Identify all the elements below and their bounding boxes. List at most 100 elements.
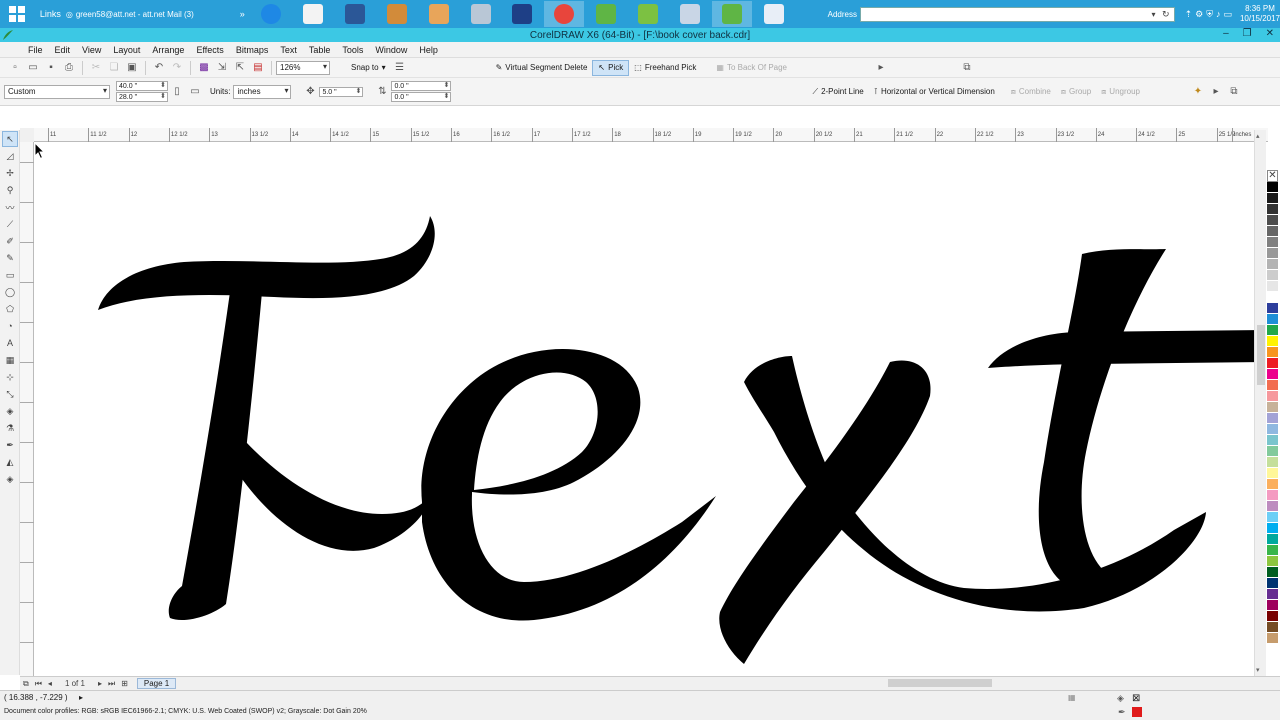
taskbar-printer-app[interactable]: [461, 1, 501, 27]
horizontal-scrollbar[interactable]: [654, 678, 1254, 688]
options-gear-icon[interactable]: ✦: [1190, 84, 1206, 100]
open-icon[interactable]: ▭: [25, 60, 41, 76]
letter-t-lowercase-stem[interactable]: [1038, 249, 1166, 588]
ungroup-button[interactable]: ⧈ Ungroup: [1096, 84, 1145, 100]
export-icon[interactable]: ⇱: [232, 60, 248, 76]
color-swatch[interactable]: [1267, 611, 1278, 622]
color-swatch[interactable]: [1267, 501, 1278, 512]
menu-tools[interactable]: Tools: [336, 45, 369, 55]
page-width-input[interactable]: 40.0 ": [116, 81, 168, 91]
color-swatch[interactable]: [1267, 226, 1278, 237]
address-input[interactable]: ▾ ↻: [859, 6, 1175, 22]
outline-tool-icon[interactable]: ✒: [2, 437, 18, 453]
color-profiles-text[interactable]: Document color profiles: RGB: sRGB IEC61…: [4, 708, 367, 715]
color-swatch[interactable]: [1267, 413, 1278, 424]
tray-arrow-icon[interactable]: ⇡: [1185, 9, 1193, 20]
menu-effects[interactable]: Effects: [190, 45, 229, 55]
virtual-segment-delete-button[interactable]: ✎ Virtual Segment Delete: [491, 60, 593, 76]
vertical-scrollbar[interactable]: ▴ ▾: [1254, 130, 1266, 676]
print-icon[interactable]: ⎙: [61, 60, 77, 76]
new-document-icon[interactable]: ▫: [7, 60, 23, 76]
dock-icon[interactable]: ⧉: [1226, 84, 1242, 100]
menu-window[interactable]: Window: [369, 45, 413, 55]
links-toolbar-label[interactable]: Links: [40, 9, 62, 19]
toolbar-expand-icon[interactable]: ▸: [873, 60, 889, 76]
page-size-preset-select[interactable]: Custom: [4, 84, 110, 99]
letter-t-swash[interactable]: [240, 442, 432, 551]
taskbar-chrome[interactable]: [544, 1, 585, 27]
minimize-button[interactable]: –: [1223, 28, 1229, 39]
restore-button[interactable]: ❐: [1243, 28, 1252, 39]
add-page-icon[interactable]: ⊞: [121, 679, 128, 688]
fill-indicator-icon[interactable]: ◈: [1117, 693, 1124, 704]
menu-arrange[interactable]: Arrange: [146, 45, 190, 55]
taskbar-calendar-app[interactable]: [293, 1, 333, 27]
color-swatch[interactable]: [1267, 391, 1278, 402]
color-swatch[interactable]: [1267, 556, 1278, 567]
letter-e[interactable]: [421, 348, 716, 621]
links-overflow-button[interactable]: »: [233, 9, 251, 19]
color-swatch[interactable]: [1267, 633, 1278, 644]
nudge-distance-input[interactable]: 5.0 ": [319, 86, 364, 97]
scroll-down-icon[interactable]: ▾: [1256, 666, 1260, 674]
color-swatch[interactable]: [1267, 237, 1278, 248]
combine-button[interactable]: ⧈ Combine: [1006, 84, 1056, 100]
color-swatch[interactable]: [1267, 303, 1278, 314]
menu-text[interactable]: Text: [274, 45, 303, 55]
two-point-line-button[interactable]: ⟋ 2-Point Line: [807, 84, 868, 100]
letter-t-lowercase-crossbar[interactable]: [988, 330, 1254, 368]
refresh-icon[interactable]: ↻: [1162, 9, 1170, 20]
color-swatch[interactable]: [1267, 523, 1278, 534]
script-text-shape[interactable]: [98, 216, 1254, 664]
freehand-tool-icon[interactable]: 〰: [2, 199, 18, 215]
menu-view[interactable]: View: [76, 45, 107, 55]
vertical-ruler[interactable]: [20, 142, 34, 676]
menu-help[interactable]: Help: [413, 45, 444, 55]
ellipse-tool-icon[interactable]: ◯: [2, 284, 18, 300]
redo-icon[interactable]: ↷: [169, 60, 185, 76]
save-icon[interactable]: ▪: [43, 60, 59, 76]
basic-shapes-tool-icon[interactable]: ◔: [2, 318, 18, 334]
snap-to-menu[interactable]: Snap to ▾: [346, 60, 391, 76]
no-color-swatch[interactable]: ✕: [1267, 170, 1278, 182]
drawing-canvas[interactable]: [34, 142, 1254, 676]
to-back-of-page-button[interactable]: ▦ To Back Of Page: [711, 60, 792, 76]
color-swatch[interactable]: [1267, 182, 1278, 193]
current-fill-swatch[interactable]: [1132, 707, 1142, 717]
security-icon[interactable]: ⛨: [1206, 9, 1213, 20]
units-select[interactable]: inches: [233, 84, 292, 99]
color-swatch[interactable]: [1267, 578, 1278, 589]
horizontal-ruler[interactable]: 11 11 1/2 12 12 1/2 13 13 1/2 14 14 1/2 15 15 1/2…: [34, 128, 1268, 142]
color-swatch[interactable]: [1267, 358, 1278, 369]
ruler-origin[interactable]: [20, 128, 34, 142]
menu-file[interactable]: File: [22, 45, 49, 55]
page-options-icon[interactable]: ⧉: [23, 679, 29, 689]
scroll-up-icon[interactable]: ▴: [1256, 132, 1260, 140]
taskbar-leaf-app-2[interactable]: [628, 1, 668, 27]
color-swatch[interactable]: [1267, 336, 1278, 347]
letter-x-stroke-b[interactable]: [719, 360, 931, 664]
color-swatch[interactable]: [1267, 292, 1278, 303]
letter-t-crossbar[interactable]: [98, 216, 435, 310]
eyedropper-tool-icon[interactable]: ⚗: [2, 420, 18, 436]
color-swatch[interactable]: [1267, 424, 1278, 435]
taskbar-pen-app[interactable]: [419, 1, 459, 27]
landscape-icon[interactable]: ▭: [187, 84, 203, 100]
color-swatch[interactable]: [1267, 270, 1278, 281]
property-bar-expand-icon[interactable]: ▸: [1208, 84, 1224, 100]
color-swatch[interactable]: [1267, 369, 1278, 380]
portrait-icon[interactable]: ▯: [169, 84, 185, 100]
color-swatch[interactable]: [1267, 534, 1278, 545]
status-expand-icon[interactable]: ▸: [79, 693, 83, 702]
mail-link[interactable]: ◎ green58@att.net - att.net Mail (3): [66, 10, 233, 19]
polygon-tool-icon[interactable]: ⬠: [2, 301, 18, 317]
dimension-tool-icon[interactable]: ⊹: [2, 369, 18, 385]
interactive-tool-icon[interactable]: ◈: [2, 403, 18, 419]
pick-tool-icon[interactable]: ↖: [2, 131, 18, 147]
taskbar-word[interactable]: [335, 1, 375, 27]
previous-page-icon[interactable]: ◂: [48, 679, 52, 688]
color-swatch[interactable]: [1267, 380, 1278, 391]
options-icon[interactable]: ☰: [392, 60, 408, 76]
first-page-icon[interactable]: ⏮: [35, 679, 42, 689]
color-swatch[interactable]: [1267, 468, 1278, 479]
